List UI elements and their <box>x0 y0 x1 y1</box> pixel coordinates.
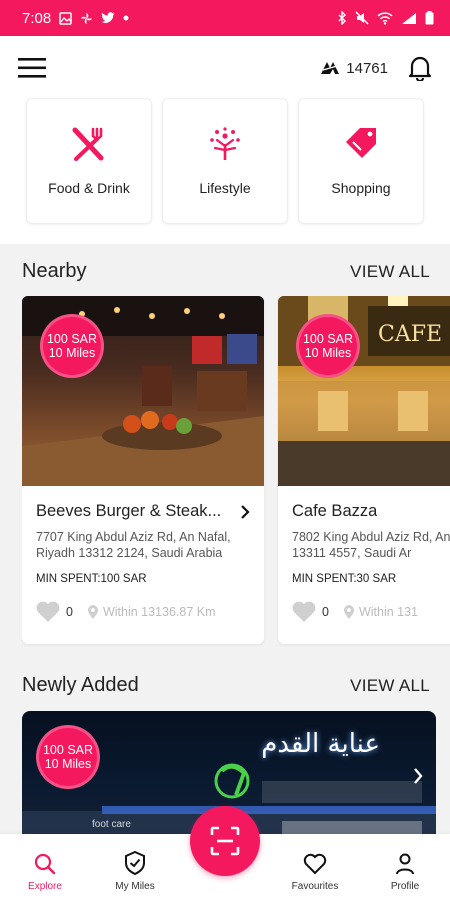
place-name: Cafe Bazza <box>292 502 378 520</box>
location-pin-icon <box>343 605 354 619</box>
scan-icon <box>210 826 240 856</box>
status-bar: 7:08 <box>0 0 450 36</box>
nav-explore[interactable]: Explore <box>5 853 85 892</box>
place-name-row: Beeves Burger & Steak... <box>36 502 250 521</box>
svg-text:CAFE BA: CAFE BA <box>378 322 450 347</box>
category-label: Food & Drink <box>48 180 130 196</box>
miles-value: 14761 <box>346 59 388 77</box>
nav-label: Favourites <box>291 881 339 892</box>
category-lifestyle[interactable]: Lifestyle <box>162 98 288 224</box>
miles-icon <box>321 62 340 74</box>
pinwheel-icon <box>81 12 93 24</box>
distance: Within 13136.87 Km <box>87 604 216 620</box>
category-label: Shopping <box>331 180 391 196</box>
category-shopping[interactable]: Shopping <box>298 98 424 224</box>
place-card[interactable]: CAFE BA 100 SAR 10 Miles Cafe Bazza 7802… <box>278 296 450 644</box>
place-name: Beeves Burger & Steak... <box>36 502 222 520</box>
person-icon <box>396 853 414 875</box>
chevron-right-icon[interactable] <box>412 767 424 785</box>
distance: Within 131 <box>343 604 418 620</box>
place-card[interactable]: 100 SAR 10 Miles Beeves Burger & Steak..… <box>22 296 264 644</box>
bell-icon[interactable] <box>408 55 432 81</box>
nearby-carousel[interactable]: 100 SAR 10 Miles Beeves Burger & Steak..… <box>22 296 450 646</box>
nav-label: Profile <box>390 881 420 892</box>
nearby-view-all-link[interactable]: VIEW ALL <box>350 262 430 282</box>
min-spent: MIN SPENT:100 SAR <box>36 573 147 585</box>
dot-icon <box>123 15 129 21</box>
heart-icon <box>303 853 327 875</box>
shopping-tag-icon <box>346 128 376 158</box>
like-count: 0 <box>322 605 329 619</box>
nav-favourites[interactable]: Favourites <box>275 853 355 892</box>
gallery-icon <box>59 11 72 25</box>
heart-icon[interactable] <box>292 601 316 623</box>
nav-label: Explore <box>28 881 62 892</box>
shield-check-icon <box>125 851 145 875</box>
mute-icon <box>355 11 369 25</box>
category-food-drink[interactable]: Food & Drink <box>26 98 152 224</box>
category-row: Food & Drink Lifestyle Shopping <box>0 96 450 244</box>
scan-button[interactable] <box>190 806 260 876</box>
banner-sign-english: foot care <box>92 819 131 830</box>
signal-icon <box>402 12 416 24</box>
place-photo: CAFE BA 100 SAR 10 Miles <box>278 296 450 486</box>
battery-icon <box>425 11 434 25</box>
fork-knife-icon <box>72 127 104 161</box>
status-time: 7:08 <box>22 9 52 27</box>
nav-my-miles[interactable]: My Miles <box>95 851 175 892</box>
wifi-icon <box>377 11 393 25</box>
min-spent: MIN SPENT:30 SAR <box>292 573 397 585</box>
foot-care-logo-icon <box>214 763 250 799</box>
newly-added-view-all-link[interactable]: VIEW ALL <box>350 676 430 696</box>
menu-icon[interactable] <box>18 57 46 79</box>
twitter-icon <box>101 12 115 23</box>
banner-sign-arabic: عناية القدم <box>261 729 380 759</box>
place-address: 7802 King Abdul Aziz Rd, An Riyadh 13311… <box>292 530 450 560</box>
chevron-right-icon[interactable] <box>240 504 250 520</box>
newly-added-header: Newly Added VIEW ALL <box>22 674 430 697</box>
place-photo: 100 SAR 10 Miles <box>22 296 264 486</box>
section-title: Nearby <box>22 260 87 282</box>
lifestyle-icon <box>210 127 240 160</box>
top-bar: 14761 <box>0 36 450 100</box>
location-pin-icon <box>87 605 98 619</box>
nav-profile[interactable]: Profile <box>365 853 445 892</box>
miles-badge: 100 SAR 10 Miles <box>40 314 104 378</box>
miles-badge: 100 SAR 10 Miles <box>296 314 360 378</box>
nav-label: My Miles <box>115 881 155 892</box>
like-count: 0 <box>66 605 73 619</box>
category-label: Lifestyle <box>199 180 251 196</box>
section-title: Newly Added <box>22 674 139 696</box>
place-name-row: Cafe Bazza <box>292 502 450 521</box>
heart-icon[interactable] <box>36 601 60 623</box>
search-icon <box>34 853 56 875</box>
bluetooth-icon <box>338 11 346 25</box>
place-address: 7707 King Abdul Aziz Rd, An Nafal, Riyad… <box>36 530 231 560</box>
nearby-header: Nearby VIEW ALL <box>22 260 430 283</box>
miles-balance[interactable]: 14761 <box>320 60 388 77</box>
miles-badge: 100 SAR 10 Miles <box>36 725 100 789</box>
